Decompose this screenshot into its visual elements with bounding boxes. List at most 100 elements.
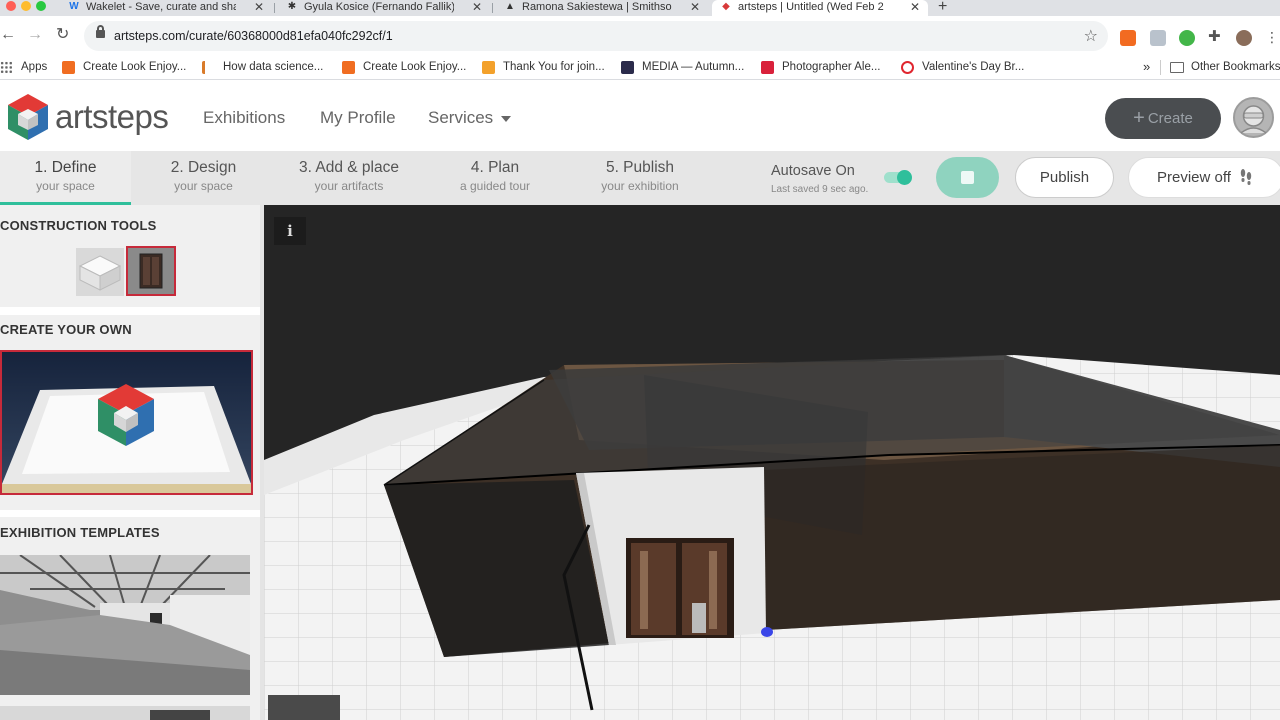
smithsonian-favicon-icon: ▲ <box>505 1 515 12</box>
tab-close-icon[interactable]: ✕ <box>472 0 482 14</box>
bookmark-label: Apps <box>21 61 48 73</box>
tab-title: Wakelet - Save, curate and sha <box>86 1 236 13</box>
zoom-window-button[interactable] <box>36 1 46 11</box>
bookmark-label: Valentine's Day Br... <box>922 61 1025 73</box>
tab-separator <box>274 3 275 13</box>
close-window-button[interactable] <box>6 1 16 11</box>
bookmarks-bar: Apps Create Look Enjoy... How data scien… <box>0 56 1280 80</box>
reload-button[interactable]: ↻ <box>56 27 69 43</box>
preview-label: Preview off <box>1157 169 1231 186</box>
door-icon <box>139 253 163 289</box>
other-bookmarks-label: Other Bookmarks <box>1191 61 1280 73</box>
create-your-own-heading: CREATE YOUR OWN <box>0 322 132 337</box>
room-tool-button[interactable] <box>76 248 124 296</box>
extension-edit-icon[interactable] <box>1150 30 1166 46</box>
save-button[interactable] <box>936 157 999 198</box>
step-add-place[interactable]: 3. Add & place your artifacts <box>285 151 413 205</box>
extension-grammarly-icon[interactable] <box>1179 30 1195 46</box>
user-avatar[interactable] <box>1233 97 1274 138</box>
new-tab-button[interactable]: + <box>938 0 947 16</box>
user-avatar-icon <box>1240 105 1267 134</box>
3d-viewport[interactable]: i <box>264 205 1280 720</box>
step-plan[interactable]: 4. Plan a guided tour <box>440 151 550 205</box>
url-text[interactable]: artsteps.com/curate/60368000d81efa040fc2… <box>114 29 393 43</box>
step-title: 2. Design <box>170 159 237 176</box>
tab-separator <box>492 3 493 13</box>
nav-my-profile[interactable]: My Profile <box>320 108 396 128</box>
step-title: 4. Plan <box>470 159 520 176</box>
bookmark-label: MEDIA — Autumn... <box>642 61 745 73</box>
browser-tab[interactable]: ▲ Ramona Sakiestewa | Smithsonian ✕ <box>496 0 708 16</box>
lock-icon <box>96 25 105 38</box>
plus-icon: + <box>1133 107 1145 129</box>
more-bookmarks-chevron-icon[interactable]: » <box>1143 59 1150 74</box>
exhibition-template-thumbnail[interactable] <box>0 706 250 720</box>
nav-services-label: Services <box>428 108 494 127</box>
wakelet-favicon-icon: W <box>69 1 79 12</box>
profile-avatar-icon[interactable] <box>1236 30 1252 46</box>
blogger-icon <box>62 61 75 74</box>
extensions-puzzle-icon[interactable]: ✚ <box>1208 29 1224 46</box>
kosice-favicon-icon: ✱ <box>287 1 297 12</box>
step-design[interactable]: 2. Design your space <box>145 151 262 205</box>
create-button-label: Create <box>1147 110 1193 127</box>
step-title: 5. Publish <box>605 159 675 176</box>
step-publish[interactable]: 5. Publish your exhibition <box>582 151 698 205</box>
bookmark-label: Photographer Ale... <box>782 61 881 73</box>
steps-bar: 1. Define your space 2. Design your spac… <box>0 151 1280 205</box>
address-bar[interactable]: artsteps.com/curate/60368000d81efa040fc2… <box>84 21 1108 51</box>
artsteps-logo-icon[interactable] <box>5 92 51 142</box>
publish-button[interactable]: Publish <box>1015 157 1114 198</box>
bookmark-star-icon[interactable]: ☆ <box>1084 26 1098 46</box>
nav-exhibitions[interactable]: Exhibitions <box>203 108 285 128</box>
exhibition-template-thumbnail[interactable] <box>0 555 250 695</box>
construction-tools-heading: CONSTRUCTION TOOLS <box>0 218 157 233</box>
browser-tab[interactable]: W Wakelet - Save, curate and sha ✕ <box>60 0 272 16</box>
back-button[interactable]: ← <box>0 27 16 43</box>
nav-services[interactable]: Services <box>428 108 512 128</box>
footsteps-icon <box>1240 169 1252 185</box>
save-disk-icon <box>961 171 974 184</box>
tab-close-icon[interactable]: ✕ <box>690 0 700 14</box>
autosave-toggle[interactable] <box>884 170 912 185</box>
create-your-own-thumbnail[interactable] <box>0 350 253 495</box>
step-define[interactable]: 1. Define your space <box>0 151 131 205</box>
artsteps-logo-text[interactable]: artsteps <box>55 98 169 136</box>
create-button[interactable]: + Create <box>1105 98 1221 139</box>
preview-button[interactable]: Preview off <box>1128 157 1280 198</box>
browser-tab-active[interactable]: ◆ artsteps | Untitled (Wed Feb 2 ✕ <box>712 0 928 16</box>
bookmark-icon <box>482 61 495 74</box>
door-tool-button[interactable] <box>126 246 176 296</box>
folder-icon <box>1170 62 1184 73</box>
info-button[interactable]: i <box>274 217 306 245</box>
tab-title: Ramona Sakiestewa | Smithsonian <box>522 1 672 13</box>
extension-off-icon[interactable] <box>1120 30 1136 46</box>
exhibition-templates-heading: EXHIBITION TEMPLATES <box>0 525 160 540</box>
autosave-label: Autosave On <box>771 163 855 179</box>
browser-menu-icon[interactable]: ⋮ <box>1265 30 1280 46</box>
bookmark-label: Create Look Enjoy... <box>83 61 187 73</box>
artsteps-favicon-icon: ◆ <box>722 1 730 12</box>
room-cube-icon <box>78 255 122 291</box>
step-subtitle: your exhibition <box>601 179 679 193</box>
artsteps-header: artsteps Exhibitions My Profile Services… <box>0 81 1280 151</box>
step-title: 1. Define <box>34 159 97 176</box>
chevron-down-icon <box>501 115 512 122</box>
bookmark-label: Thank You for join... <box>503 61 605 73</box>
forward-button[interactable]: → <box>27 27 43 43</box>
browser-tab[interactable]: ✱ Gyula Kosice (Fernando Fallik) ✕ <box>278 0 490 16</box>
tab-close-icon[interactable]: ✕ <box>254 0 264 14</box>
blogger-icon <box>342 61 355 74</box>
3d-scene <box>264 205 1280 720</box>
template-preview-strip <box>150 710 210 720</box>
template-gallery-illustration <box>0 555 250 695</box>
minimize-window-button[interactable] <box>21 1 31 11</box>
bookmarks-divider <box>1160 60 1161 75</box>
browser-toolbar: ← → ↻ artsteps.com/curate/60368000d81efa… <box>0 16 1280 56</box>
step-subtitle: your artifacts <box>314 179 384 193</box>
bookmark-label: How data science... <box>223 61 324 73</box>
tab-close-icon[interactable]: ✕ <box>910 0 920 14</box>
bookmark-label: Create Look Enjoy... <box>363 61 467 73</box>
browser-tab-bar: W Wakelet - Save, curate and sha ✕ ✱ Gyu… <box>0 0 1280 16</box>
tab-title: artsteps | Untitled (Wed Feb 2 <box>738 1 884 13</box>
